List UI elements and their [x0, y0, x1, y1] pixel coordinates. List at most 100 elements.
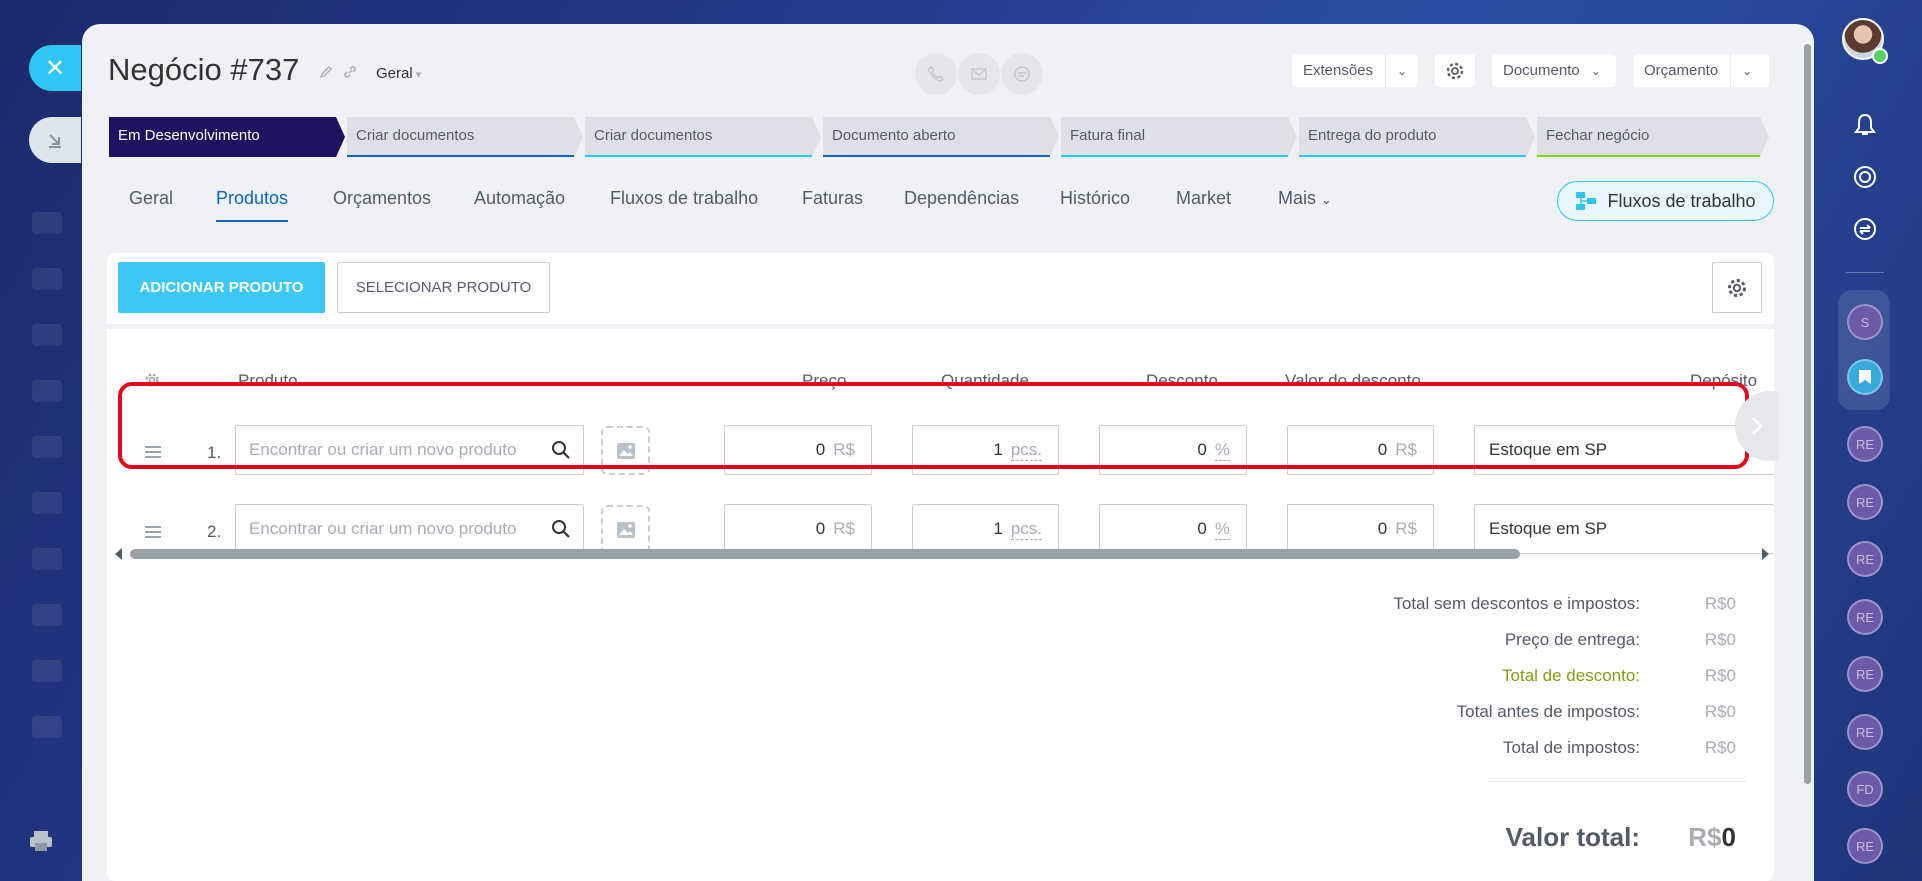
extensions-label: Extensões [1303, 62, 1374, 79]
chevron-down-icon: ⌄ [1396, 63, 1408, 78]
delivery-price-label: Preço de entrega: [1504, 630, 1640, 649]
pipeline-label: Geral [376, 65, 413, 82]
notifications-icon[interactable] [1850, 110, 1880, 140]
chevron-right-icon [1752, 417, 1763, 435]
print-icon[interactable] [28, 828, 54, 854]
grand-total-amount: 0 [1721, 822, 1736, 852]
settings-button[interactable] [1435, 54, 1475, 87]
stage-label: Fechar negócio [1546, 127, 1650, 144]
price-value: 0 [815, 519, 826, 538]
scroll-right-arrow-icon[interactable] [1761, 548, 1769, 560]
call-button[interactable] [915, 53, 957, 95]
tab-bar: Geral Produtos Orçamentos Automação Flux… [82, 188, 1482, 238]
minimize-arrow-icon [49, 134, 61, 148]
horizontal-scroll-thumb[interactable] [130, 549, 1520, 559]
document-label: Documento [1503, 62, 1580, 79]
stage-create-documents-2[interactable]: Criar documentos [585, 117, 821, 157]
menu-placeholder [32, 268, 62, 290]
chevron-down-icon: ⌄ [1742, 63, 1753, 78]
stage-label: Em Desenvolvimento [118, 127, 260, 144]
total-without-discounts-label: Total sem descontos e impostos: [1393, 594, 1640, 613]
close-button[interactable]: ✕ [29, 45, 81, 91]
tab-history[interactable]: Histórico [1060, 188, 1130, 209]
phone-icon [928, 66, 944, 82]
horizontal-scrollbar[interactable] [115, 547, 1775, 561]
add-product-button[interactable]: ADICIONAR PRODUTO [118, 262, 325, 313]
workflows-button[interactable]: Fluxos de trabalho [1557, 181, 1774, 221]
stage-create-documents[interactable]: Criar documentos [347, 117, 583, 157]
scroll-left-arrow-icon[interactable] [115, 548, 123, 560]
discount-unit[interactable]: % [1214, 519, 1230, 540]
sync-chat-icon[interactable] [1850, 214, 1880, 244]
stage-product-delivery[interactable]: Entrega do produto [1299, 117, 1535, 157]
quote-button[interactable]: Orçamento ⌄ [1633, 54, 1769, 87]
quantity-unit[interactable]: pcs. [1010, 519, 1042, 540]
pipeline-select[interactable]: Geral ▾ [376, 65, 421, 82]
menu-placeholder [32, 380, 62, 402]
grand-total-label: Valor total: [1505, 822, 1640, 852]
edit-icon[interactable] [318, 64, 334, 80]
tab-dependencies[interactable]: Dependências [904, 188, 1019, 209]
vertical-scrollbar[interactable] [1804, 44, 1811, 784]
stage-close-deal[interactable]: Fechar negócio [1537, 117, 1769, 157]
tab-workflows[interactable]: Fluxos de trabalho [610, 188, 758, 209]
link-icon[interactable] [342, 64, 358, 80]
contact-avatar[interactable]: RE [1847, 828, 1883, 864]
contact-avatar[interactable]: RE [1847, 541, 1883, 577]
tab-quotes[interactable]: Orçamentos [333, 188, 431, 209]
row-number: 2. [207, 522, 222, 541]
stage-label: Documento aberto [832, 127, 956, 144]
stage-bar: Em Desenvolvimento Criar documentos Cria… [109, 117, 1769, 157]
chevron-down-icon: ⌄ [1321, 192, 1332, 207]
target-icon[interactable] [1850, 162, 1880, 192]
stage-document-open[interactable]: Documento aberto [823, 117, 1059, 157]
gear-icon [1446, 62, 1464, 79]
workflow-icon [1576, 192, 1597, 210]
stage-in-development[interactable]: Em Desenvolvimento [109, 117, 345, 157]
chat-button[interactable] [1001, 53, 1043, 95]
email-button[interactable] [958, 53, 1000, 95]
contact-avatar[interactable]: RE [1847, 599, 1883, 635]
contact-avatar[interactable]: RE [1847, 426, 1883, 462]
document-button[interactable]: Documento ⌄ [1492, 54, 1616, 87]
sidebar-divider [1846, 272, 1884, 273]
tab-automation[interactable]: Automação [474, 188, 565, 209]
totals-divider [1488, 781, 1746, 782]
discount-amount-currency: R$ [1395, 519, 1417, 538]
product-actions-card: ADICIONAR PRODUTO SELECIONAR PRODUTO [107, 253, 1774, 324]
warehouse-value: Estoque em SP [1489, 519, 1608, 538]
extensions-button[interactable]: Extensões ⌄ [1292, 54, 1418, 87]
tab-general[interactable]: Geral [129, 188, 173, 209]
menu-placeholder [32, 492, 62, 514]
menu-placeholder [32, 716, 62, 738]
contact-avatar[interactable]: RE [1847, 484, 1883, 520]
bookmark-avatar[interactable] [1847, 359, 1883, 395]
quantity-value: 1 [993, 519, 1003, 538]
total-tax-value: R$0 [1704, 738, 1736, 757]
contact-avatar[interactable]: RE [1847, 714, 1883, 750]
discount-value: 0 [1197, 519, 1207, 538]
select-product-button[interactable]: SELECIONAR PRODUTO [337, 262, 550, 313]
total-without-discounts-value: R$0 [1704, 594, 1736, 613]
menu-placeholder [32, 660, 62, 682]
drag-handle-icon[interactable] [144, 525, 162, 539]
tab-market[interactable]: Market [1176, 188, 1231, 209]
search-icon[interactable] [551, 519, 571, 539]
tab-invoices[interactable]: Faturas [802, 188, 863, 209]
tab-more[interactable]: Mais ⌄ [1278, 188, 1332, 209]
discount-amount-value: 0 [1377, 519, 1388, 538]
menu-placeholder [32, 324, 62, 346]
contact-avatar[interactable]: FD [1847, 771, 1883, 807]
product-search-placeholder: Encontrar ou criar um novo produto [249, 519, 517, 538]
table-settings-button[interactable] [1712, 262, 1762, 313]
contact-avatar[interactable]: S [1847, 304, 1883, 340]
minimize-button[interactable] [29, 117, 81, 163]
page-title: Negócio #737 [108, 52, 300, 87]
bookmark-icon [1859, 370, 1871, 384]
menu-placeholder [32, 436, 62, 458]
close-icon: ✕ [44, 54, 66, 82]
image-icon [616, 521, 635, 538]
stage-final-invoice[interactable]: Fatura final [1061, 117, 1297, 157]
tab-products[interactable]: Produtos [216, 188, 289, 222]
contact-avatar[interactable]: RE [1847, 656, 1883, 692]
